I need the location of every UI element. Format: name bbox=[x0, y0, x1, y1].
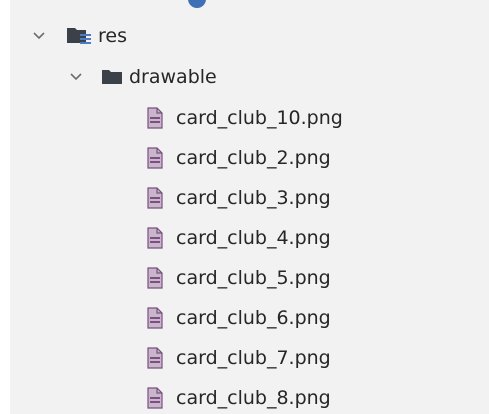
image-file-icon bbox=[144, 346, 166, 370]
file-label: card_club_4.png bbox=[176, 227, 331, 249]
image-file-icon bbox=[144, 106, 166, 130]
file-label: card_club_8.png bbox=[176, 387, 331, 409]
image-file-icon bbox=[144, 146, 166, 170]
image-file-icon bbox=[144, 266, 166, 290]
image-file-icon bbox=[144, 226, 166, 250]
tree-node-file[interactable]: card_club_5.png bbox=[144, 261, 331, 295]
file-label: card_club_6.png bbox=[176, 307, 331, 329]
chevron-down-icon[interactable] bbox=[65, 66, 87, 88]
partially-visible-row bbox=[170, 0, 489, 8]
image-file-icon bbox=[144, 186, 166, 210]
file-label: card_club_10.png bbox=[176, 107, 343, 129]
tree-node-file[interactable]: card_club_7.png bbox=[144, 341, 331, 375]
image-file-icon bbox=[144, 306, 166, 330]
folder-icon bbox=[101, 66, 129, 88]
project-tree-panel: res drawable card_club_10.png card_club_… bbox=[10, 0, 489, 414]
tree-node-file[interactable]: card_club_2.png bbox=[144, 141, 331, 175]
file-label: card_club_5.png bbox=[176, 267, 331, 289]
tree-node-res[interactable]: res bbox=[28, 19, 127, 53]
file-label: card_club_2.png bbox=[176, 147, 331, 169]
tree-node-label: drawable bbox=[129, 66, 217, 88]
tree-node-file[interactable]: card_club_8.png bbox=[144, 381, 331, 414]
tree-node-file[interactable]: card_club_6.png bbox=[144, 301, 331, 335]
tree-node-file[interactable]: card_club_3.png bbox=[144, 181, 331, 215]
file-label: card_club_3.png bbox=[176, 187, 331, 209]
tree-node-label: res bbox=[98, 25, 127, 47]
resource-folder-icon bbox=[66, 25, 96, 47]
tree-node-file[interactable]: card_club_4.png bbox=[144, 221, 331, 255]
module-icon bbox=[188, 0, 206, 8]
image-file-icon bbox=[144, 386, 166, 410]
tree-node-file[interactable]: card_club_10.png bbox=[144, 101, 343, 135]
chevron-down-icon[interactable] bbox=[28, 25, 50, 47]
tree-node-drawable[interactable]: drawable bbox=[65, 60, 217, 94]
file-label: card_club_7.png bbox=[176, 347, 331, 369]
